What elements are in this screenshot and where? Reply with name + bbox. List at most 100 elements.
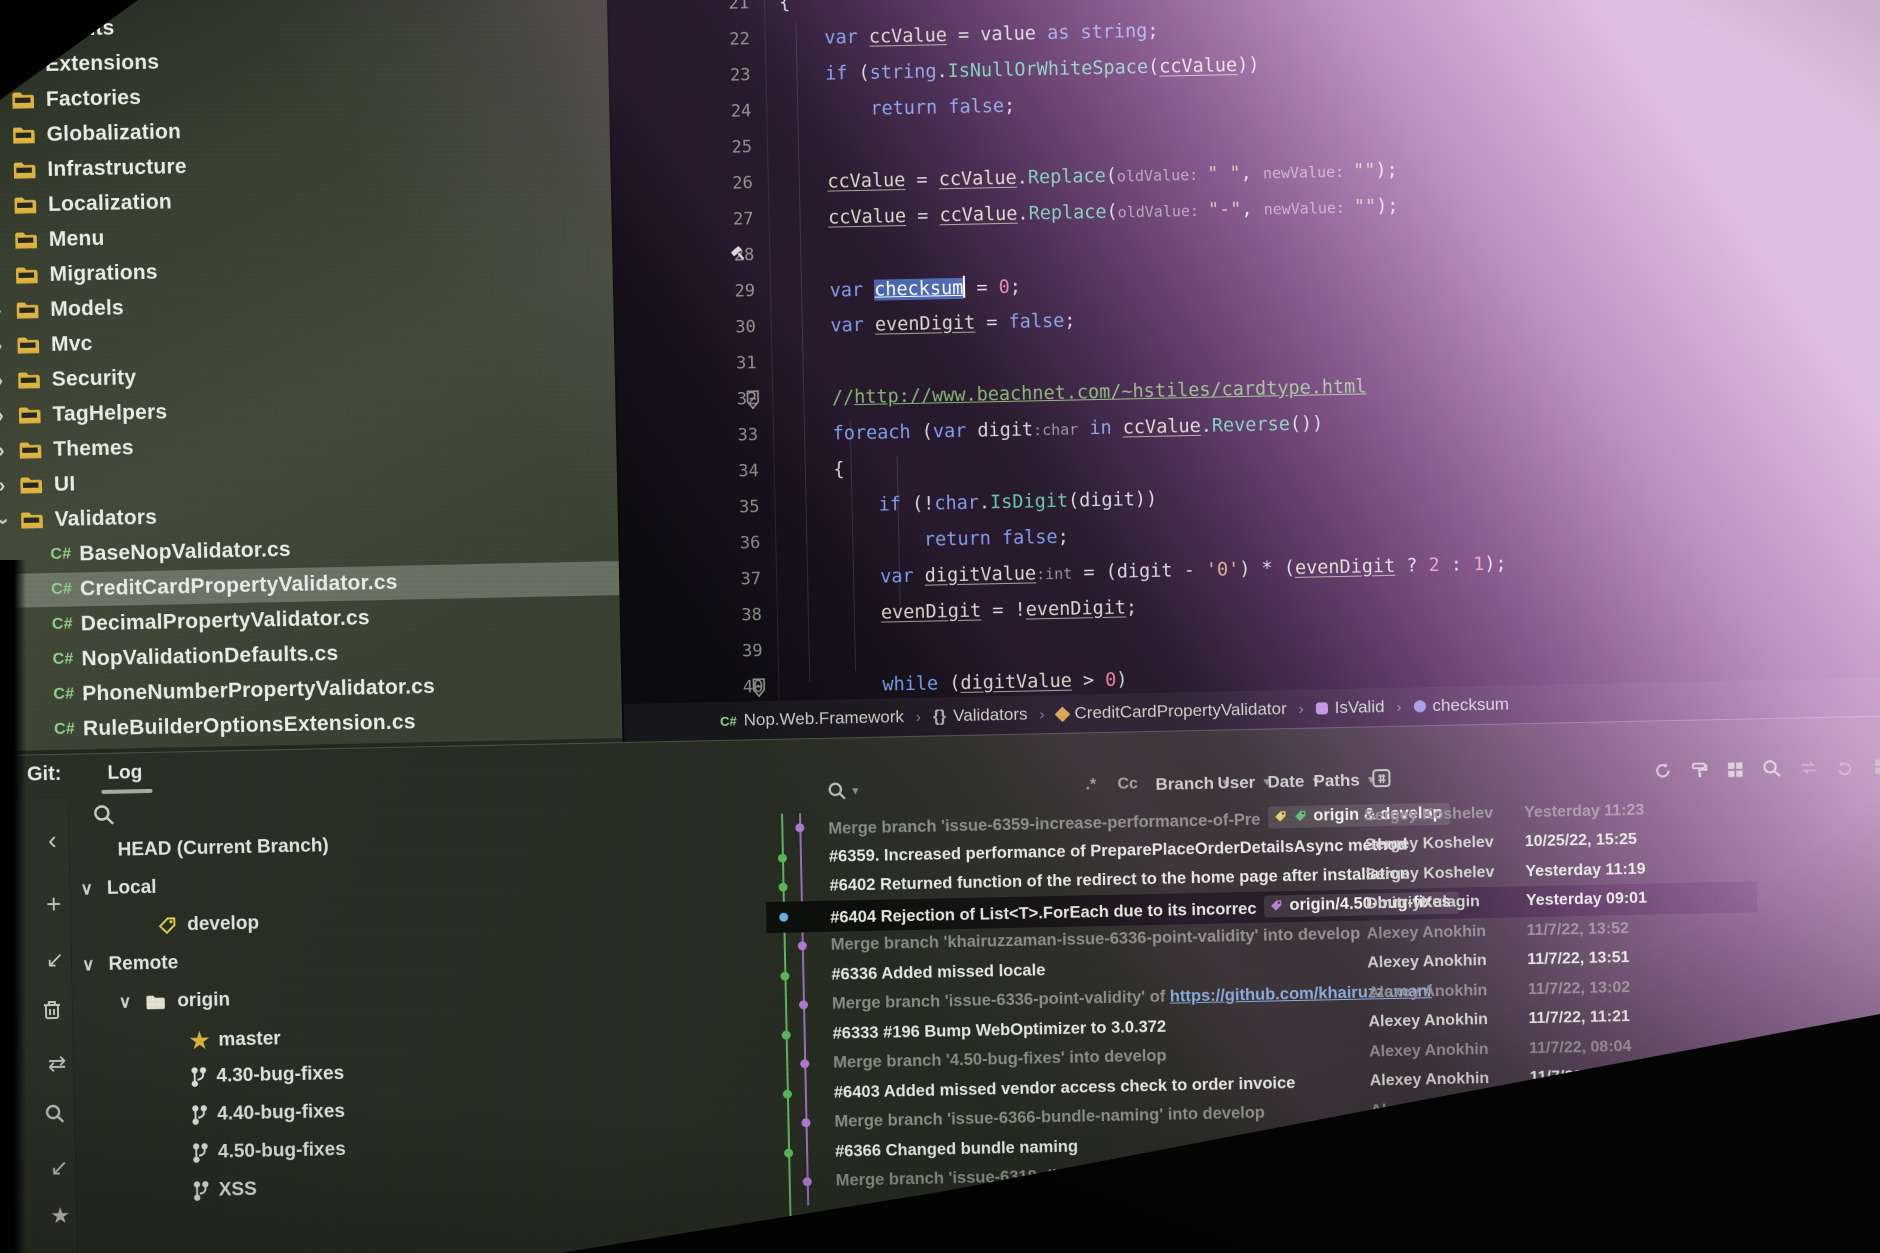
git-title: Git: — [27, 763, 62, 787]
line-number[interactable]: 22 — [610, 29, 750, 52]
undo-icon[interactable] — [1836, 758, 1855, 776]
line-number[interactable]: 24 — [611, 101, 751, 124]
arrow-down-left-icon[interactable]: ↙ — [45, 1155, 74, 1182]
chevron-down-icon[interactable]: ∨ — [119, 992, 132, 1012]
folder-icon — [14, 265, 39, 286]
zoom-icon[interactable] — [1762, 759, 1781, 778]
class-icon — [1054, 706, 1070, 722]
branch-item-develop[interactable]: develop — [157, 913, 259, 937]
line-number[interactable]: 31 — [616, 353, 756, 376]
line-number[interactable]: 39 — [622, 641, 762, 664]
tag-icon — [157, 915, 178, 936]
chevron-icon[interactable]: › — [0, 0, 3, 8]
line-number[interactable]: 27 — [613, 209, 753, 232]
branch-item-4-40-bug-fixes[interactable]: 4.40-bug-fixes — [191, 1101, 345, 1126]
hammer-icon — [730, 245, 747, 262]
line-number[interactable]: 21 — [609, 0, 749, 16]
csharp-file-icon: C# — [52, 616, 73, 634]
branch-item-master[interactable]: ★master — [189, 1026, 281, 1054]
branch-label: 4.50-bug-fixes — [218, 1139, 346, 1164]
tree-item-label: Migrations — [49, 261, 158, 287]
bookmarks-tool-label[interactable]: Bookmarks — [0, 1050, 9, 1148]
line-number[interactable]: 32 — [617, 389, 757, 412]
commit-list[interactable]: Merge branch 'issue-6359-increase-perfor… — [764, 789, 1880, 1253]
chevron-icon[interactable]: › — [0, 404, 12, 427]
branch-item-4-50-bug-fixes[interactable]: 4.50-bug-fixes — [192, 1139, 346, 1164]
branch-item-4-30-bug-fixes[interactable]: 4.30-bug-fixes — [190, 1063, 344, 1088]
log-search-icon[interactable]: ▾ — [827, 781, 858, 801]
line-number[interactable]: 25 — [612, 137, 752, 160]
line-number[interactable]: 26 — [613, 173, 753, 196]
line-number[interactable]: 36 — [620, 533, 760, 556]
branch-item-head-current-branch-[interactable]: HEAD (Current Branch) — [117, 835, 329, 861]
arrow-down-left-icon[interactable]: ↙ — [41, 947, 70, 974]
chevron-down-icon[interactable]: ∨ — [80, 879, 93, 899]
branches-search-icon[interactable] — [93, 804, 115, 826]
line-number[interactable]: 23 — [610, 65, 750, 88]
chevron-icon[interactable]: › — [0, 19, 4, 42]
folder-icon — [17, 370, 42, 391]
chevron-icon[interactable]: › — [0, 334, 10, 357]
tree-item-label: Validators — [54, 506, 157, 532]
commit-date: 11/7/22, 13:52 — [1526, 918, 1696, 940]
chevron-icon[interactable]: › — [0, 54, 4, 77]
breadcrumb-item-validators[interactable]: {}Validators — [933, 705, 1028, 727]
branch-item-origin[interactable]: ∨origin — [119, 989, 231, 1013]
regex-toggle[interactable]: .* — [1085, 776, 1096, 794]
breadcrumb-item-isvalid[interactable]: IsValid — [1316, 697, 1385, 718]
chevron-icon[interactable]: › — [0, 299, 10, 322]
chevron-icon[interactable]: › — [0, 474, 13, 497]
match-case-toggle[interactable]: Cc — [1117, 775, 1138, 793]
chevron-icon[interactable]: › — [0, 229, 8, 252]
branch-item-local[interactable]: ∨Local — [80, 877, 157, 901]
search-icon[interactable] — [44, 1103, 72, 1125]
branch-item-remote[interactable]: ∨Remote — [82, 952, 179, 976]
code-editor[interactable]: ? ext methods? exposing APIs override bo… — [607, 0, 1880, 742]
folder-icon — [11, 125, 36, 146]
refresh-icon[interactable] — [1653, 761, 1672, 780]
chevron-down-icon[interactable]: ∨ — [82, 955, 95, 975]
chevron-icon[interactable]: › — [0, 124, 6, 147]
paint-roller-icon[interactable] — [1690, 760, 1708, 779]
chevron-icon[interactable]: › — [0, 369, 11, 392]
line-number[interactable]: 35 — [619, 497, 759, 520]
breadcrumb-label: checksum — [1432, 694, 1509, 716]
branch-item-xss[interactable]: XSS — [193, 1179, 257, 1202]
chevron-icon[interactable]: › — [0, 439, 12, 462]
line-number[interactable]: 38 — [622, 605, 762, 628]
layout-grid-icon[interactable] — [1726, 760, 1744, 778]
fold-marker-icon — [745, 390, 760, 409]
folder-icon — [14, 230, 39, 251]
trash-icon[interactable] — [42, 999, 70, 1022]
tree-item-label: Globalization — [46, 120, 181, 147]
line-number[interactable]: 29 — [615, 281, 755, 304]
breadcrumb-item-checksum[interactable]: checksum — [1413, 694, 1509, 716]
add-icon[interactable]: + — [39, 889, 68, 921]
breadcrumb-item-nop.web.framework[interactable]: C#Nop.Web.Framework — [720, 707, 904, 731]
line-number[interactable]: 40 — [623, 677, 763, 700]
breadcrumb-label: Validators — [953, 705, 1028, 727]
chevron-icon[interactable]: › — [0, 89, 5, 112]
commit-message: Merge branch '4.50-bug-fixes' into devel… — [833, 1047, 1167, 1073]
line-number[interactable]: 37 — [621, 569, 761, 592]
commit-message: Merge branch 'issue-6318-display-wizard-… — [836, 1161, 1359, 1191]
tab-log[interactable]: Log — [107, 762, 142, 785]
collapse-icon[interactable]: ‹ — [38, 825, 67, 857]
go-to-hash-icon[interactable] — [1371, 768, 1391, 788]
branch-label: 4.40-bug-fixes — [217, 1101, 345, 1126]
filter-paths[interactable]: Paths ▼ — [1313, 770, 1377, 791]
star-icon[interactable]: ★ — [46, 1203, 75, 1230]
line-number[interactable]: 30 — [616, 317, 756, 340]
grid-icon[interactable] — [1873, 757, 1880, 775]
filter-user[interactable]: User ▼ — [1217, 772, 1272, 793]
line-number[interactable]: 34 — [619, 461, 759, 484]
merge-arrows-icon[interactable]: ⇄ — [43, 1051, 72, 1078]
line-number[interactable]: 33 — [618, 425, 758, 448]
chevron-icon[interactable]: › — [0, 159, 7, 182]
chevron-icon[interactable]: › — [0, 194, 7, 217]
chevron-icon[interactable]: › — [0, 264, 9, 287]
chevron-icon[interactable]: › — [0, 510, 14, 532]
compare-icon[interactable] — [1799, 759, 1818, 776]
tree-item-label: Events — [44, 17, 115, 42]
breadcrumb-item-creditcardpropertyvalidator[interactable]: CreditCardPropertyValidator — [1056, 699, 1287, 724]
